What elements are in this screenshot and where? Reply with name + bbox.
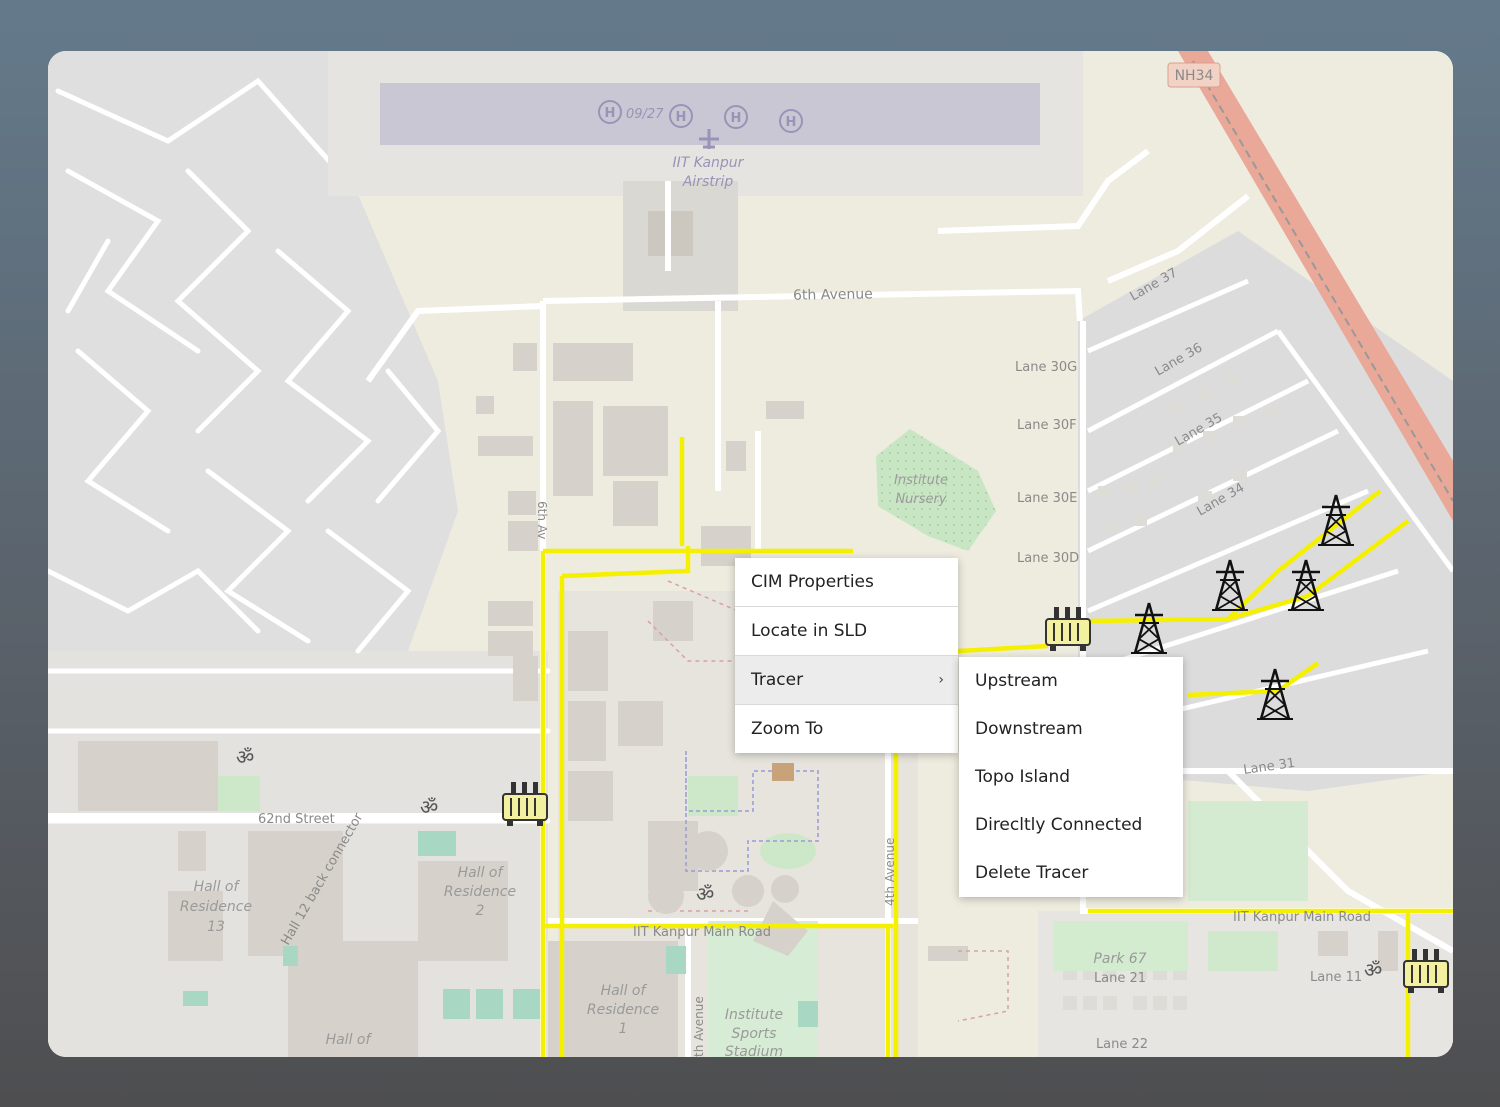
submenu-item-label: Upstream: [975, 671, 1058, 691]
building-label: Residence: [587, 1002, 659, 1018]
building-label: Hall of: [326, 1032, 373, 1048]
submenu-item-delete-tracer[interactable]: Delete Tracer: [959, 849, 1183, 897]
submenu-item-label: Direcltly Connected: [975, 815, 1143, 835]
heliport-label: H: [731, 111, 742, 126]
airstrip-name: IIT Kanpur: [673, 155, 745, 171]
road-label: Lane 11: [1310, 970, 1362, 985]
road-label: Lane 30G: [1015, 360, 1077, 375]
airstrip-name: Airstrip: [682, 174, 734, 190]
menu-item-label: Tracer: [751, 670, 804, 690]
submenu-item-downstream[interactable]: Downstream: [959, 705, 1183, 753]
building-label: Sports: [732, 1026, 777, 1042]
submenu-item-topo-island[interactable]: Topo Island: [959, 753, 1183, 801]
building-label: Hall of: [601, 983, 648, 999]
menu-item-tracer[interactable]: Tracer ›: [735, 656, 958, 705]
road-label: Lane 30F: [1017, 418, 1077, 433]
road-label: th Avenue: [692, 996, 706, 1057]
map-canvas[interactable]: H H H H 09/27 IIT Kanpur Airstrip NH34 ॐ…: [48, 51, 1453, 1057]
temple-icon: ॐ: [236, 745, 254, 769]
road-label: 62nd Street: [258, 812, 335, 827]
road-label: IIT Kanpur Main Road: [633, 925, 771, 940]
building-label: Residence: [444, 884, 516, 900]
temple-icon: ॐ: [420, 795, 438, 819]
building-label: Stadium: [725, 1044, 783, 1057]
menu-item-locate-in-sld[interactable]: Locate in SLD: [735, 607, 958, 656]
building-label: 1: [619, 1021, 628, 1037]
building-label: Residence: [180, 899, 252, 915]
submenu-item-label: Delete Tracer: [975, 863, 1089, 883]
submenu-item-directly-connected[interactable]: Direcltly Connected: [959, 801, 1183, 849]
submenu-item-label: Downstream: [975, 719, 1083, 739]
heliport-label: H: [676, 110, 687, 125]
park-label: Nursery: [895, 492, 946, 507]
menu-item-label: Zoom To: [751, 719, 824, 739]
temple-icon: ॐ: [1364, 958, 1382, 982]
road-label: Lane 21: [1094, 971, 1146, 986]
library-icon: [772, 763, 794, 781]
menu-item-label: Locate in SLD: [751, 621, 868, 641]
temple-icon: ॐ: [696, 882, 714, 906]
road-label: Lane 30D: [1017, 551, 1079, 566]
building-label: Hall of: [194, 879, 241, 895]
airstrip-code: 09/27: [626, 107, 664, 122]
road-label: IIT Kanpur Main Road: [1233, 910, 1371, 925]
building-label: Hall of: [458, 865, 505, 881]
chevron-right-icon: ›: [938, 672, 944, 688]
highway-shield: NH34: [1175, 68, 1214, 84]
submenu-item-upstream[interactable]: Upstream: [959, 657, 1183, 705]
heliport-label: H: [605, 106, 616, 121]
road-label: Lane 30E: [1017, 491, 1077, 506]
map-window: H H H H 09/27 IIT Kanpur Airstrip NH34 ॐ…: [48, 51, 1453, 1057]
context-menu: CIM Properties Locate in SLD Tracer › Zoo…: [735, 558, 958, 753]
heliport-label: H: [786, 115, 797, 130]
building-label: 13: [207, 919, 225, 935]
park-label: Park 67: [1093, 951, 1146, 967]
road-label: 6th Avenue: [793, 286, 873, 303]
road-label: 4th Avenue: [883, 838, 897, 906]
tracer-submenu: Upstream Downstream Topo Island Direcltl…: [959, 657, 1183, 897]
road-label: 6th Av: [535, 501, 549, 539]
building-label: 2: [476, 903, 485, 919]
menu-item-label: CIM Properties: [751, 572, 874, 592]
submenu-item-label: Topo Island: [975, 767, 1071, 787]
building-label: Institute: [725, 1007, 783, 1023]
park-label: Institute: [894, 473, 948, 488]
menu-item-zoom-to[interactable]: Zoom To: [735, 705, 958, 753]
menu-item-cim-properties[interactable]: CIM Properties: [735, 558, 958, 607]
road-label: Lane 22: [1096, 1037, 1148, 1052]
